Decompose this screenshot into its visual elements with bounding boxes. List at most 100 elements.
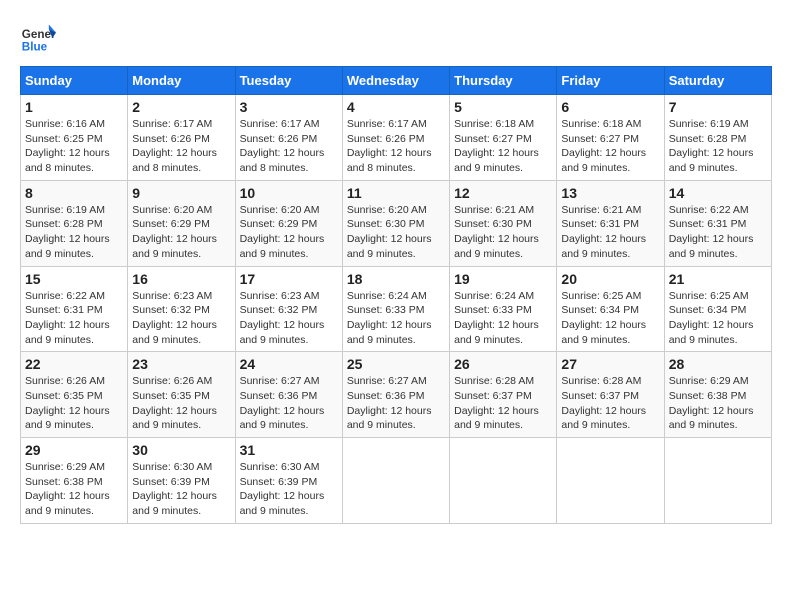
day-info: Sunrise: 6:19 AMSunset: 6:28 PMDaylight:… (669, 117, 767, 176)
day-info: Sunrise: 6:21 AMSunset: 6:31 PMDaylight:… (561, 203, 659, 262)
calendar-cell: 6 Sunrise: 6:18 AMSunset: 6:27 PMDayligh… (557, 95, 664, 181)
day-info: Sunrise: 6:29 AMSunset: 6:38 PMDaylight:… (25, 460, 123, 519)
day-info: Sunrise: 6:16 AMSunset: 6:25 PMDaylight:… (25, 117, 123, 176)
calendar-cell: 10 Sunrise: 6:20 AMSunset: 6:29 PMDaylig… (235, 180, 342, 266)
calendar-cell: 5 Sunrise: 6:18 AMSunset: 6:27 PMDayligh… (450, 95, 557, 181)
day-number: 5 (454, 99, 552, 115)
calendar-cell: 14 Sunrise: 6:22 AMSunset: 6:31 PMDaylig… (664, 180, 771, 266)
day-info: Sunrise: 6:23 AMSunset: 6:32 PMDaylight:… (240, 289, 338, 348)
calendar-cell: 29 Sunrise: 6:29 AMSunset: 6:38 PMDaylig… (21, 438, 128, 524)
day-number: 20 (561, 271, 659, 287)
day-number: 3 (240, 99, 338, 115)
day-info: Sunrise: 6:28 AMSunset: 6:37 PMDaylight:… (454, 374, 552, 433)
day-number: 31 (240, 442, 338, 458)
calendar-cell: 2 Sunrise: 6:17 AMSunset: 6:26 PMDayligh… (128, 95, 235, 181)
day-number: 26 (454, 356, 552, 372)
page-header: General Blue (20, 20, 772, 56)
day-number: 13 (561, 185, 659, 201)
day-number: 4 (347, 99, 445, 115)
calendar-cell: 25 Sunrise: 6:27 AMSunset: 6:36 PMDaylig… (342, 352, 449, 438)
calendar-cell: 8 Sunrise: 6:19 AMSunset: 6:28 PMDayligh… (21, 180, 128, 266)
day-info: Sunrise: 6:24 AMSunset: 6:33 PMDaylight:… (454, 289, 552, 348)
day-number: 29 (25, 442, 123, 458)
calendar-cell: 24 Sunrise: 6:27 AMSunset: 6:36 PMDaylig… (235, 352, 342, 438)
header-wednesday: Wednesday (342, 67, 449, 95)
day-number: 30 (132, 442, 230, 458)
calendar-cell: 3 Sunrise: 6:17 AMSunset: 6:26 PMDayligh… (235, 95, 342, 181)
day-number: 14 (669, 185, 767, 201)
calendar-cell: 18 Sunrise: 6:24 AMSunset: 6:33 PMDaylig… (342, 266, 449, 352)
day-info: Sunrise: 6:20 AMSunset: 6:29 PMDaylight:… (132, 203, 230, 262)
day-number: 12 (454, 185, 552, 201)
day-info: Sunrise: 6:25 AMSunset: 6:34 PMDaylight:… (561, 289, 659, 348)
day-number: 8 (25, 185, 123, 201)
day-number: 1 (25, 99, 123, 115)
day-info: Sunrise: 6:30 AMSunset: 6:39 PMDaylight:… (132, 460, 230, 519)
day-number: 25 (347, 356, 445, 372)
day-info: Sunrise: 6:24 AMSunset: 6:33 PMDaylight:… (347, 289, 445, 348)
day-info: Sunrise: 6:27 AMSunset: 6:36 PMDaylight:… (240, 374, 338, 433)
day-info: Sunrise: 6:29 AMSunset: 6:38 PMDaylight:… (669, 374, 767, 433)
day-number: 16 (132, 271, 230, 287)
calendar-week-5: 29 Sunrise: 6:29 AMSunset: 6:38 PMDaylig… (21, 438, 772, 524)
day-info: Sunrise: 6:17 AMSunset: 6:26 PMDaylight:… (347, 117, 445, 176)
calendar-cell: 31 Sunrise: 6:30 AMSunset: 6:39 PMDaylig… (235, 438, 342, 524)
day-info: Sunrise: 6:17 AMSunset: 6:26 PMDaylight:… (132, 117, 230, 176)
day-info: Sunrise: 6:26 AMSunset: 6:35 PMDaylight:… (132, 374, 230, 433)
day-info: Sunrise: 6:18 AMSunset: 6:27 PMDaylight:… (454, 117, 552, 176)
calendar-cell (664, 438, 771, 524)
calendar-cell: 16 Sunrise: 6:23 AMSunset: 6:32 PMDaylig… (128, 266, 235, 352)
calendar-week-2: 8 Sunrise: 6:19 AMSunset: 6:28 PMDayligh… (21, 180, 772, 266)
day-info: Sunrise: 6:30 AMSunset: 6:39 PMDaylight:… (240, 460, 338, 519)
calendar-cell: 23 Sunrise: 6:26 AMSunset: 6:35 PMDaylig… (128, 352, 235, 438)
calendar-cell: 4 Sunrise: 6:17 AMSunset: 6:26 PMDayligh… (342, 95, 449, 181)
day-info: Sunrise: 6:20 AMSunset: 6:30 PMDaylight:… (347, 203, 445, 262)
calendar-cell: 27 Sunrise: 6:28 AMSunset: 6:37 PMDaylig… (557, 352, 664, 438)
calendar-table: SundayMondayTuesdayWednesdayThursdayFrid… (20, 66, 772, 524)
day-info: Sunrise: 6:23 AMSunset: 6:32 PMDaylight:… (132, 289, 230, 348)
day-info: Sunrise: 6:22 AMSunset: 6:31 PMDaylight:… (25, 289, 123, 348)
day-number: 2 (132, 99, 230, 115)
header-saturday: Saturday (664, 67, 771, 95)
day-info: Sunrise: 6:19 AMSunset: 6:28 PMDaylight:… (25, 203, 123, 262)
day-info: Sunrise: 6:21 AMSunset: 6:30 PMDaylight:… (454, 203, 552, 262)
calendar-cell: 30 Sunrise: 6:30 AMSunset: 6:39 PMDaylig… (128, 438, 235, 524)
day-number: 22 (25, 356, 123, 372)
logo: General Blue (20, 20, 56, 56)
day-number: 28 (669, 356, 767, 372)
calendar-cell: 9 Sunrise: 6:20 AMSunset: 6:29 PMDayligh… (128, 180, 235, 266)
calendar-cell: 21 Sunrise: 6:25 AMSunset: 6:34 PMDaylig… (664, 266, 771, 352)
calendar-cell: 26 Sunrise: 6:28 AMSunset: 6:37 PMDaylig… (450, 352, 557, 438)
day-number: 21 (669, 271, 767, 287)
day-number: 15 (25, 271, 123, 287)
day-info: Sunrise: 6:22 AMSunset: 6:31 PMDaylight:… (669, 203, 767, 262)
svg-text:Blue: Blue (22, 41, 48, 54)
header-tuesday: Tuesday (235, 67, 342, 95)
day-number: 24 (240, 356, 338, 372)
calendar-week-4: 22 Sunrise: 6:26 AMSunset: 6:35 PMDaylig… (21, 352, 772, 438)
day-number: 19 (454, 271, 552, 287)
calendar-cell: 17 Sunrise: 6:23 AMSunset: 6:32 PMDaylig… (235, 266, 342, 352)
calendar-cell: 15 Sunrise: 6:22 AMSunset: 6:31 PMDaylig… (21, 266, 128, 352)
header-friday: Friday (557, 67, 664, 95)
calendar-cell: 22 Sunrise: 6:26 AMSunset: 6:35 PMDaylig… (21, 352, 128, 438)
day-number: 10 (240, 185, 338, 201)
calendar-cell: 28 Sunrise: 6:29 AMSunset: 6:38 PMDaylig… (664, 352, 771, 438)
header-sunday: Sunday (21, 67, 128, 95)
calendar-cell: 19 Sunrise: 6:24 AMSunset: 6:33 PMDaylig… (450, 266, 557, 352)
header-monday: Monday (128, 67, 235, 95)
calendar-cell: 11 Sunrise: 6:20 AMSunset: 6:30 PMDaylig… (342, 180, 449, 266)
calendar-cell (450, 438, 557, 524)
day-info: Sunrise: 6:18 AMSunset: 6:27 PMDaylight:… (561, 117, 659, 176)
day-info: Sunrise: 6:25 AMSunset: 6:34 PMDaylight:… (669, 289, 767, 348)
calendar-header-row: SundayMondayTuesdayWednesdayThursdayFrid… (21, 67, 772, 95)
day-number: 23 (132, 356, 230, 372)
day-info: Sunrise: 6:27 AMSunset: 6:36 PMDaylight:… (347, 374, 445, 433)
day-info: Sunrise: 6:26 AMSunset: 6:35 PMDaylight:… (25, 374, 123, 433)
day-info: Sunrise: 6:20 AMSunset: 6:29 PMDaylight:… (240, 203, 338, 262)
calendar-week-3: 15 Sunrise: 6:22 AMSunset: 6:31 PMDaylig… (21, 266, 772, 352)
calendar-week-1: 1 Sunrise: 6:16 AMSunset: 6:25 PMDayligh… (21, 95, 772, 181)
calendar-cell: 12 Sunrise: 6:21 AMSunset: 6:30 PMDaylig… (450, 180, 557, 266)
day-number: 27 (561, 356, 659, 372)
calendar-cell: 20 Sunrise: 6:25 AMSunset: 6:34 PMDaylig… (557, 266, 664, 352)
